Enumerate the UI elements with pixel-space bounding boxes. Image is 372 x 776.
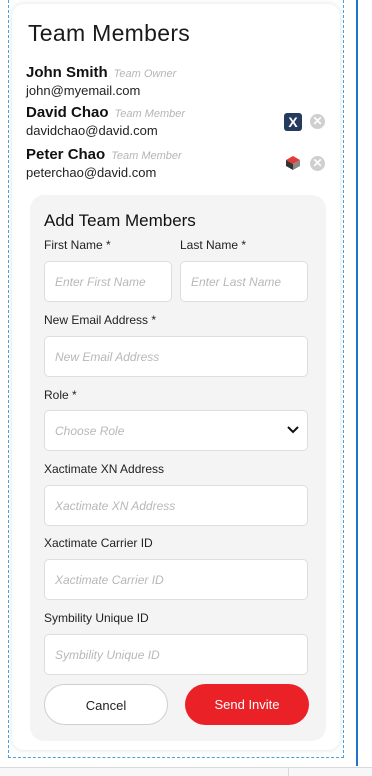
xn-address-input[interactable]	[44, 485, 308, 526]
remove-member-icon[interactable]: ✕	[310, 114, 325, 129]
last-name-label: Last Name *	[180, 238, 247, 252]
chevron-down-icon	[287, 426, 299, 434]
email-input[interactable]	[44, 336, 308, 377]
role-select-placeholder: Choose Role	[55, 424, 125, 438]
email-label: New Email Address *	[44, 313, 157, 327]
member-name: John Smith	[26, 64, 108, 81]
member-role: Team Owner	[113, 68, 177, 80]
member-role: Team Member	[111, 150, 182, 162]
symbility-icon[interactable]	[284, 154, 302, 172]
last-name-input[interactable]	[180, 261, 308, 302]
first-name-label: First Name *	[44, 238, 111, 252]
add-team-members-panel: Add Team Members First Name * Last Name …	[30, 195, 326, 741]
role-select[interactable]: Choose Role	[44, 410, 308, 451]
member-role: Team Member	[114, 108, 186, 120]
symbility-id-input[interactable]	[44, 634, 308, 675]
cancel-button[interactable]: Cancel	[44, 684, 168, 725]
xactimate-icon[interactable]: X	[284, 113, 302, 131]
symbility-id-label: Symbility Unique ID	[44, 611, 149, 625]
member-email: davidchao@david.com	[26, 123, 158, 138]
right-divider	[356, 0, 358, 766]
page-title: Team Members	[28, 20, 191, 46]
member-row: Peter Chao Team Member peterchao@david.co…	[26, 146, 182, 180]
send-invite-button[interactable]: Send Invite	[185, 684, 309, 725]
carrier-id-label: Xactimate Carrier ID	[44, 536, 153, 550]
member-name: David Chao	[26, 104, 109, 121]
member-email: peterchao@david.com	[26, 165, 157, 180]
xn-address-label: Xactimate XN Address	[44, 462, 165, 476]
form-title: Add Team Members	[44, 211, 196, 230]
remove-member-icon[interactable]: ✕	[310, 156, 325, 171]
member-row: John Smith Team Owner john@myemail.com	[26, 64, 176, 98]
first-name-input[interactable]	[44, 261, 172, 302]
role-label: Role *	[44, 388, 77, 402]
carrier-id-input[interactable]	[44, 559, 308, 600]
member-email: john@myemail.com	[26, 83, 141, 98]
member-name: Peter Chao	[26, 146, 106, 163]
member-row: David Chao Team Member davidchao@david.co…	[26, 104, 185, 138]
